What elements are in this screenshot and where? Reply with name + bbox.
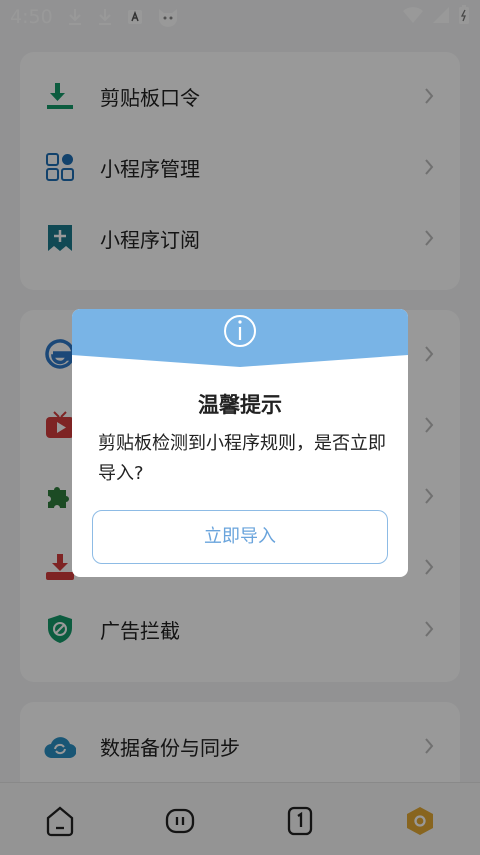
import-now-button[interactable]: 立即导入 (92, 510, 388, 564)
dialog-header (72, 309, 408, 379)
import-dialog: 温馨提示 剪贴板检测到小程序规则，是否立即导入? 立即导入 (72, 309, 408, 577)
dialog-title: 温馨提示 (198, 393, 282, 417)
dialog-message: 剪贴板检测到小程序规则，是否立即导入? (98, 433, 386, 484)
